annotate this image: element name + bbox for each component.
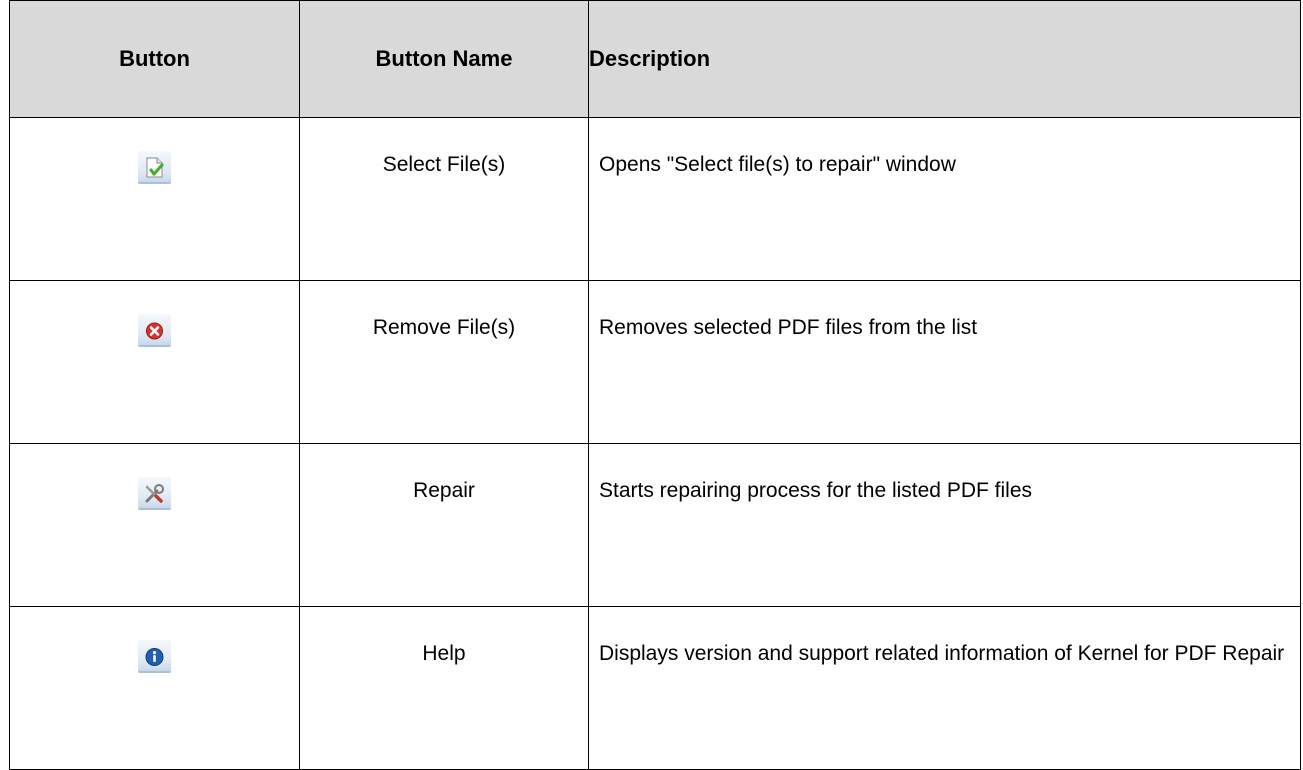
- header-button-name: Button Name: [299, 0, 589, 118]
- table-row: Repair Starts repairing process for the …: [9, 443, 1301, 607]
- table-row: Remove File(s) Removes selected PDF file…: [9, 280, 1301, 444]
- button-name-cell: Select File(s): [299, 117, 589, 281]
- button-name-cell: Remove File(s): [299, 280, 589, 444]
- button-reference-table: Button Button Name Description Select Fi…: [9, 0, 1301, 770]
- button-icon-cell: [9, 117, 300, 281]
- help-info-icon: [138, 640, 171, 673]
- select-files-icon: [138, 151, 171, 184]
- remove-files-icon: [138, 314, 171, 347]
- button-icon-cell: [9, 443, 300, 607]
- header-button: Button: [9, 0, 300, 118]
- button-description-cell: Starts repairing process for the listed …: [588, 443, 1301, 607]
- table-row: Help Displays version and support relate…: [9, 606, 1301, 770]
- button-icon-cell: [9, 606, 300, 770]
- button-description-cell: Removes selected PDF files from the list: [588, 280, 1301, 444]
- button-description-cell: Opens "Select file(s) to repair" window: [588, 117, 1301, 281]
- table-row: Select File(s) Opens "Select file(s) to …: [9, 117, 1301, 281]
- button-name-cell: Repair: [299, 443, 589, 607]
- header-description: Description: [588, 0, 1301, 118]
- button-icon-cell: [9, 280, 300, 444]
- table-header-row: Button Button Name Description: [9, 0, 1301, 118]
- repair-tools-icon: [138, 477, 171, 510]
- button-name-cell: Help: [299, 606, 589, 770]
- button-description-cell: Displays version and support related inf…: [588, 606, 1301, 770]
